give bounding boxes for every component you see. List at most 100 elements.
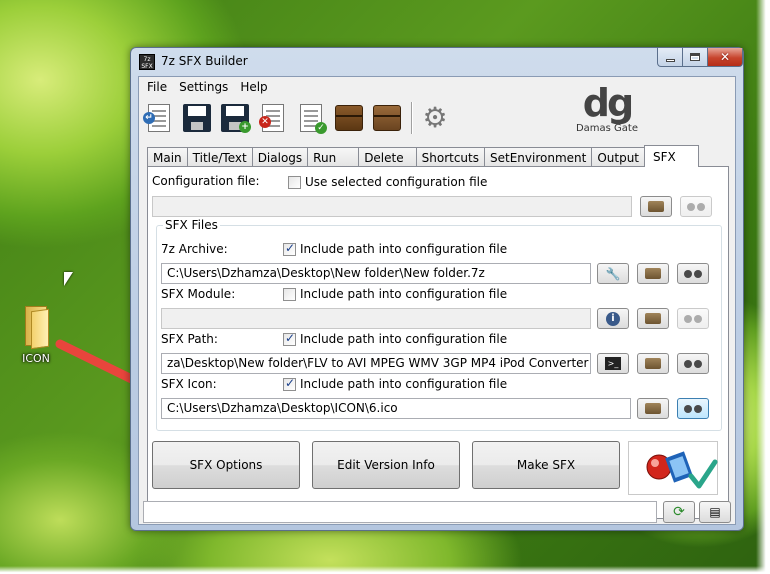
tab-main[interactable]: Main [147,147,188,167]
refresh-button[interactable]: ⟳ [663,501,695,523]
module-path-field[interactable] [161,308,591,329]
save-disk-icon [183,104,211,132]
wrench-icon: 🔧 [605,266,621,281]
archive-box-icon [335,105,363,131]
binoculars-icon [687,201,705,212]
tab-shortcuts[interactable]: Shortcuts [415,147,485,167]
minimize-icon [665,58,675,62]
path-console-button[interactable]: >_ [597,353,629,374]
menu-bar: File Settings Help [139,77,274,97]
tab-sfx[interactable]: SFX [644,145,699,167]
folder-open-icon [645,268,661,279]
info-icon: i [606,311,620,326]
settings-button[interactable]: ⚙ [417,100,453,136]
extract-box-icon [373,105,401,131]
edit-version-info-button[interactable]: Edit Version Info [312,441,460,489]
console-icon: >_ [605,357,621,370]
tab-delete[interactable]: Delete [358,147,417,167]
use-config-checkbox-label: Use selected configuration file [305,175,488,189]
path-include-label: Include path into configuration file [300,332,508,346]
module-include-label: Include path into configuration file [300,287,508,301]
clear-button[interactable]: ✕ [255,100,291,136]
log-button[interactable]: ▤ [699,501,731,523]
check-button[interactable]: ✓ [293,100,329,136]
tab-run[interactable]: Run [307,147,360,167]
screenshot-edge [756,0,770,574]
window-client-area: File Settings Help ↵ + ✕ ✓ ⚙ dg Damas Ga… [138,76,736,525]
make-sfx-button[interactable]: Make SFX [472,441,620,489]
open-config-button[interactable]: ↵ [141,100,177,136]
extract-button[interactable] [369,100,405,136]
sfx-options-button[interactable]: SFX Options [152,441,300,489]
screenshot-bottom-edge [0,566,770,574]
sfx-builder-window: 7z SFX 7z SFX Builder ✕ File Settings He… [130,47,744,531]
maximize-icon [690,53,700,61]
module-label: SFX Module: [161,287,236,301]
path-include-checkbox[interactable]: Include path into configuration file [283,331,508,346]
refresh-icon: ⟳ [673,504,685,520]
archive-include-label: Include path into configuration file [300,242,508,256]
icon-include-checkbox[interactable]: Include path into configuration file [283,376,508,391]
icon-browse-button[interactable] [637,398,669,419]
archive-label: 7z Archive: [161,242,228,256]
status-field [143,501,657,523]
menu-file[interactable]: File [141,80,173,94]
close-button[interactable]: ✕ [707,48,743,67]
toolbar: ↵ + ✕ ✓ ⚙ [141,99,455,137]
use-config-checkbox-box [288,175,301,189]
module-info-button[interactable]: i [597,308,629,329]
icon-view-button[interactable] [677,398,709,419]
folder-open-icon [645,313,661,324]
module-view-button [677,308,709,329]
module-browse-button[interactable] [637,308,669,329]
binoculars-icon [684,268,702,279]
path-view-button[interactable] [677,353,709,374]
sfx-icon-field[interactable]: C:\Users\Dzhamza\Desktop\ICON\6.ico [161,398,631,419]
archive-tool-button[interactable]: 🔧 [597,263,629,284]
path-include-checkbox-box [283,331,296,346]
config-file-field[interactable] [152,196,632,217]
tab-title-text[interactable]: Title/Text [186,147,253,167]
desktop-folder-icon[interactable]: ICON [12,302,60,365]
tab-strip: Main Title/Text Dialogs Run Delete Short… [147,145,699,167]
maximize-button[interactable] [682,48,708,67]
archive-button[interactable] [331,100,367,136]
binoculars-icon [684,358,702,369]
sfx-tab-panel: Configuration file: Use selected configu… [147,166,729,519]
close-icon: ✕ [719,50,731,64]
tab-setenvironment[interactable]: SetEnvironment [484,147,593,167]
save-as-button[interactable]: + [217,100,253,136]
mouse-cursor-icon [64,272,73,286]
module-include-checkbox-box [283,287,296,301]
archive-include-checkbox-box [283,241,296,256]
archive-browse-button[interactable] [637,263,669,284]
archive-view-button[interactable] [677,263,709,284]
module-include-checkbox[interactable]: Include path into configuration file [283,287,507,301]
sfx-files-group: SFX Files 7z Archive: Include path into … [156,218,722,431]
minimize-button[interactable] [657,48,683,67]
app-icon: 7z SFX [139,54,155,70]
title-bar[interactable]: 7z SFX 7z SFX Builder ✕ [131,48,743,76]
window-title: 7z SFX Builder [161,54,248,68]
icon-label: SFX Icon: [161,377,217,391]
sfx-path-field[interactable]: za\Desktop\New folder\FLV to AVI MPEG WM… [161,353,591,374]
folder-open-icon [648,201,664,212]
logo-mark: dg [582,81,634,125]
archive-path-field[interactable]: C:\Users\Dzhamza\Desktop\New folder\New … [161,263,591,284]
use-config-checkbox[interactable]: Use selected configuration file [288,175,487,189]
path-browse-button[interactable] [637,353,669,374]
binoculars-icon [684,313,702,324]
archive-include-checkbox[interactable]: Include path into configuration file [283,241,508,256]
menu-settings[interactable]: Settings [173,80,234,94]
tab-dialogs[interactable]: Dialogs [251,147,309,167]
gear-icon: ⚙ [422,101,448,134]
tab-output[interactable]: Output [591,147,646,167]
icon-include-label: Include path into configuration file [300,377,508,391]
config-browse-button[interactable] [640,196,672,217]
save-button[interactable] [179,100,215,136]
folder-open-icon [645,358,661,369]
path-label: SFX Path: [161,332,218,346]
logo-name: Damas Gate [575,123,639,134]
config-file-label: Configuration file: [152,174,260,188]
menu-help[interactable]: Help [234,80,273,94]
